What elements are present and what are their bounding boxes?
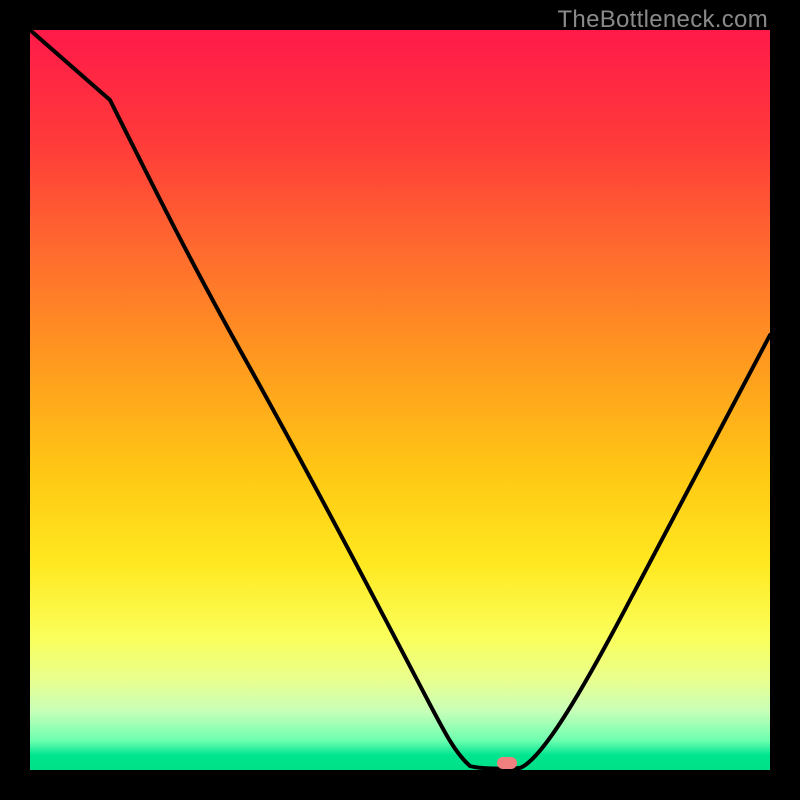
bottleneck-chart: TheBottleneck.com bbox=[0, 0, 800, 800]
plot-gradient-area bbox=[30, 30, 770, 770]
bottleneck-curve bbox=[30, 30, 770, 770]
curve-path bbox=[30, 30, 770, 769]
optimal-point-marker bbox=[497, 757, 517, 769]
watermark-text: TheBottleneck.com bbox=[557, 6, 768, 34]
